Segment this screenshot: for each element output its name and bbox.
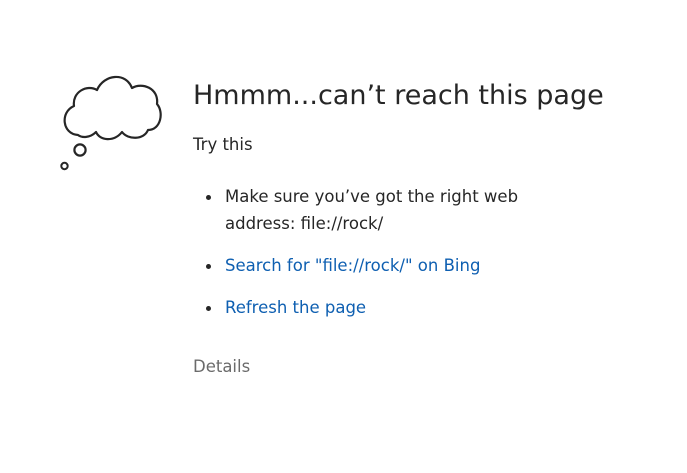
details-toggle[interactable]: Details: [193, 356, 250, 378]
check-address-text: Make sure you’ve got the right web addre…: [225, 187, 519, 233]
error-page: Hmmm...can’t reach this page Try this Ma…: [0, 0, 687, 473]
suggestion-check-address: Make sure you’ve got the right web addre…: [193, 183, 663, 237]
page-title: Hmmm...can’t reach this page: [193, 80, 604, 111]
bullet-icon: [206, 264, 211, 269]
thought-cloud-icon: [60, 75, 162, 171]
bullet-icon: [206, 195, 211, 200]
suggestion-refresh: Refresh the page: [193, 294, 663, 321]
try-this-heading: Try this: [193, 135, 253, 154]
bullet-icon: [206, 306, 211, 311]
refresh-page-link[interactable]: Refresh the page: [225, 298, 366, 317]
search-bing-link[interactable]: Search for "file://rock/" on Bing: [225, 256, 480, 275]
suggestion-list: Make sure you’ve got the right web addre…: [193, 183, 663, 321]
suggestion-search-bing: Search for "file://rock/" on Bing: [193, 252, 663, 279]
error-content: Hmmm...can’t reach this page Try this Ma…: [193, 78, 663, 378]
